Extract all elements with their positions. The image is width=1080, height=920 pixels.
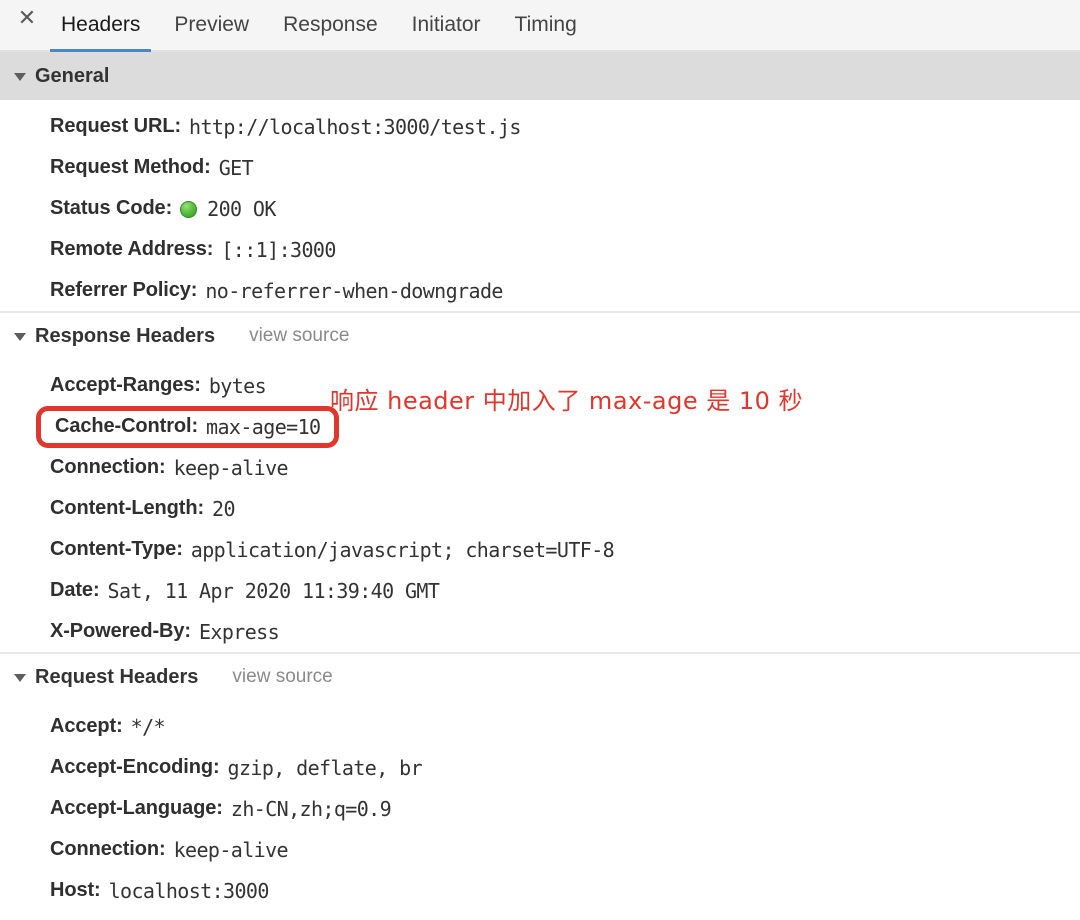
devtools-tab-bar: ✕ Headers Preview Response Initiator Timing [0,0,1080,52]
header-value: 200 OK [207,196,276,221]
header-row-content: Content-Type: application/javascript; cha… [50,537,615,562]
tab-list: Headers Preview Response Initiator Timing [44,13,594,52]
network-headers-panel: ✕ Headers Preview Response Initiator Timing … [0,0,1080,920]
tab-preview[interactable]: Preview [157,13,266,50]
section-title: Response Headers [35,324,216,347]
header-row[interactable]: Request URL: http://localhost:3000/test.j… [0,106,1080,147]
header-value: keep-alive [173,455,289,480]
header-value: http://localhost:3000/test.js [189,114,521,139]
header-name: Date: [50,579,100,601]
header-value: zh-CN,zh;q=0.9 [230,796,392,821]
header-row-content: Accept: */* [50,714,166,739]
cache-control-highlight-box: Cache-Control: max-age=10 [36,405,340,448]
header-name: X-Powered-By: [50,620,191,642]
section-title: General [35,64,110,87]
header-value: gzip, deflate, br [227,755,423,780]
tab-response[interactable]: Response [266,13,395,50]
header-row-content: Remote Address: [::1]:3000 [50,238,336,262]
status-ok-icon [180,201,198,218]
header-row[interactable]: Host: localhost:3000 [0,870,1080,911]
header-row-content: Content-Length: 20 [50,496,236,521]
header-row[interactable]: Accept-Language: zh-CN,zh;q=0.9 [0,788,1080,829]
bottom-clip-mask [0,914,1080,920]
annotation-text: 响应 header 中加入了 max-age 是 10 秒 [330,387,804,415]
header-value: Sat, 11 Apr 2020 11:39:40 GMT [107,578,440,603]
header-value: keep-alive [173,837,289,862]
header-row-content: Accept-Encoding: gzip, deflate, br [50,755,423,780]
header-name: Status Code: [50,197,173,219]
header-name: Accept-Encoding: [50,756,220,778]
header-row-content: Accept-Language: zh-CN,zh;q=0.9 [50,796,392,821]
header-value: no-referrer-when-downgrade [205,278,503,303]
header-row-content: Accept-Ranges: bytes [50,373,267,398]
header-row[interactable]: Connection: keep-alive [0,829,1080,870]
header-row-content: Request URL: http://localhost:3000/test.j… [50,115,521,139]
header-row[interactable]: Status Code: 200 OK [0,188,1080,229]
view-source-link[interactable]: view source [232,666,332,688]
header-row[interactable]: X-Powered-By: Express [0,611,1080,652]
header-name: Remote Address: [50,238,214,260]
header-name: Content-Length: [50,497,205,519]
header-row-list: Request URL: http://localhost:3000/test.j… [0,100,1080,311]
view-source-link[interactable]: view source [249,325,349,347]
header-value: application/javascript; charset=UTF-8 [190,537,615,562]
header-row-list: Accept: */* Accept-Encoding: gzip, deflate,… [0,700,1080,911]
section-header-request-headers[interactable]: Request Headers view source [0,652,1080,700]
header-name: Cache-Control: [55,415,199,437]
header-row-content: Referrer Policy: no-referrer-when-downgra… [50,279,503,303]
header-value: localhost:3000 [108,878,270,903]
header-row-content: X-Powered-By: Express [50,619,280,644]
header-name: Connection: [50,838,166,860]
header-value: bytes [208,373,267,398]
header-name: Accept: [50,715,123,737]
header-row[interactable]: Connection: keep-alive [0,447,1080,488]
header-name: Request Method: [50,156,211,178]
header-value: 20 [212,496,235,521]
header-value: GET [218,155,254,180]
header-name: Request URL: [50,115,182,137]
header-row[interactable]: Date: Sat, 11 Apr 2020 11:39:40 GMT [0,570,1080,611]
headers-sections: General Request URL: http://localhost:3000… [0,52,1080,911]
header-name: Accept-Ranges: [50,374,201,396]
header-name: Accept-Language: [50,797,223,819]
close-icon[interactable]: ✕ [10,0,44,50]
section-header-general[interactable]: General [0,52,1080,100]
header-name: Host: [50,879,101,901]
section-header-response-headers[interactable]: Response Headers view source [0,311,1080,359]
header-row-content: Connection: keep-alive [50,455,289,480]
header-row[interactable]: Accept-Encoding: gzip, deflate, br [0,747,1080,788]
header-row[interactable]: Content-Length: 20 [0,488,1080,529]
chevron-down-icon [14,73,26,81]
header-row[interactable]: Referrer Policy: no-referrer-when-downgra… [0,270,1080,311]
header-name: Referrer Policy: [50,279,198,301]
header-row-content: Connection: keep-alive [50,837,289,862]
header-name: Content-Type: [50,538,183,560]
header-value: [::1]:3000 [221,237,336,262]
header-row-content: Host: localhost:3000 [50,879,269,903]
header-value: */* [130,714,166,739]
chevron-down-icon [14,674,26,682]
tab-headers[interactable]: Headers [44,13,157,52]
header-row-content: Status Code: 200 OK [50,197,276,221]
chevron-down-icon [14,333,26,341]
header-value: max-age=10 [206,414,321,439]
header-row-content: Date: Sat, 11 Apr 2020 11:39:40 GMT [50,578,440,603]
header-row[interactable]: Remote Address: [::1]:3000 [0,229,1080,270]
header-row[interactable]: Accept: */* [0,706,1080,747]
header-row[interactable]: Content-Type: application/javascript; cha… [0,529,1080,570]
header-row-content: Request Method: GET [50,155,254,180]
tab-initiator[interactable]: Initiator [395,13,498,50]
header-name: Connection: [50,456,166,478]
tab-timing[interactable]: Timing [498,13,594,50]
header-value: Express [198,619,280,644]
section-title: Request Headers [35,665,199,688]
header-row[interactable]: Request Method: GET [0,147,1080,188]
